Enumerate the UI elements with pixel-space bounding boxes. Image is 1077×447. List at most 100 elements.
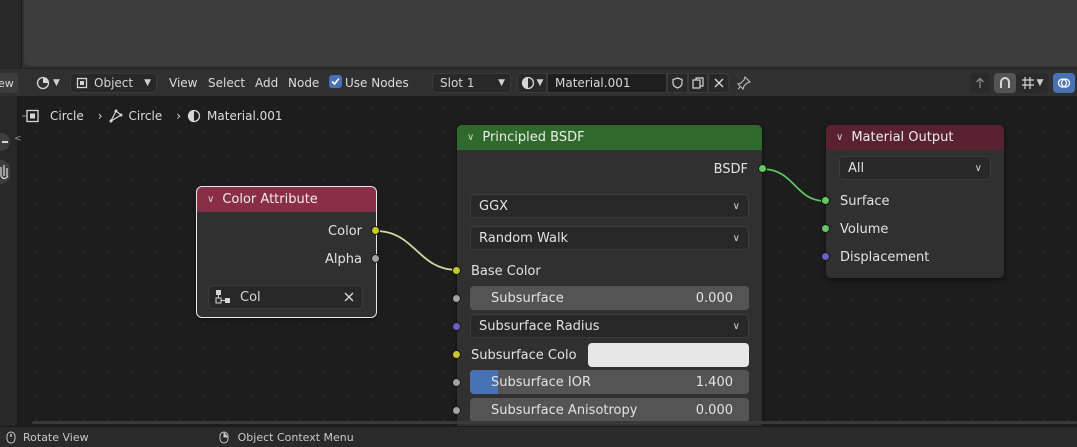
duplicate-icon — [692, 77, 704, 89]
status-bar: Rotate View Object Context Menu — [0, 426, 1077, 447]
subsurface-label: Subsurface — [491, 290, 564, 306]
material-name-text: Material.001 — [555, 76, 631, 90]
socket-color-output[interactable] — [371, 226, 380, 235]
input-displacement-label: Displacement — [840, 249, 930, 265]
menu-select[interactable]: Select — [208, 74, 245, 92]
material-name-field[interactable]: Material.001 — [547, 73, 667, 93]
parent-node-tree-button[interactable] — [970, 73, 990, 93]
subsurface-anisotropy-label: Subsurface Anisotropy — [491, 402, 638, 418]
subsurface-color-swatch[interactable] — [588, 343, 749, 367]
chevron-down-icon: ▼ — [144, 78, 151, 88]
socket-subsurface-color-input[interactable] — [452, 350, 461, 359]
pan-tool-button[interactable] — [0, 160, 10, 184]
socket-surface-input[interactable] — [821, 196, 830, 205]
subsurface-anisotropy-value: 0.000 — [695, 402, 733, 418]
status-rotate-view: Rotate View — [23, 430, 89, 444]
3d-viewport-area[interactable] — [0, 0, 1077, 68]
arrow-up-icon — [976, 77, 984, 88]
editor-type-partial-label[interactable]: ew — [0, 73, 18, 93]
node-title: Material Output — [851, 130, 954, 145]
menu-add[interactable]: Add — [255, 74, 278, 92]
node-header[interactable]: ∨ Material Output — [826, 125, 1004, 150]
node-title: Principled BSDF — [482, 130, 585, 145]
material-sphere-icon — [187, 109, 201, 123]
object-mode-label: Object — [94, 76, 134, 90]
material-output-node[interactable]: ∨ Material Output All ∨ Surface Volume D… — [826, 125, 1004, 278]
subsurface-method-value: Random Walk — [479, 230, 569, 246]
socket-subsurface-input[interactable] — [452, 294, 461, 303]
socket-subsurface-anisotropy-input[interactable] — [452, 406, 461, 415]
overlay-toggle[interactable] — [1053, 73, 1075, 93]
viewport-canvas[interactable] — [24, 0, 1077, 66]
snap-mode-dropdown[interactable]: ▼ — [1016, 73, 1048, 93]
breadcrumb-mesh: Circle — [128, 109, 163, 123]
chevron-down-icon: ▼ — [536, 78, 544, 88]
menu-node[interactable]: Node — [288, 74, 319, 92]
chevron-down-icon: ▼ — [498, 78, 505, 88]
socket-alpha-output[interactable] — [371, 254, 380, 263]
chevron-down-icon: ∨ — [732, 320, 740, 332]
menu-view[interactable]: View — [169, 74, 197, 92]
breadcrumb-material: Material.001 — [207, 109, 283, 123]
status-context-menu: Object Context Menu — [237, 430, 354, 444]
close-icon — [714, 78, 723, 88]
node-toolbar — [0, 96, 18, 426]
unlink-material-button[interactable] — [708, 73, 729, 93]
node-editor-icon — [36, 76, 50, 90]
socket-base-color-input[interactable] — [452, 266, 461, 275]
subsurface-method-dropdown[interactable]: Random Walk ∨ — [470, 226, 749, 250]
principled-bsdf-node[interactable]: ∨ Principled BSDF BSDF GGX ∨ Random Walk… — [457, 125, 762, 426]
subsurface-radius-label: Subsurface Radius — [479, 318, 600, 334]
output-color-label: Color — [328, 223, 362, 239]
material-sphere-icon — [521, 76, 534, 90]
chevron-down-icon: ∨ — [732, 200, 740, 212]
pin-icon — [737, 76, 751, 90]
collapse-chevron-icon[interactable]: ∨ — [207, 194, 214, 205]
fake-user-button[interactable] — [667, 73, 688, 93]
output-target-value: All — [848, 160, 865, 176]
color-layer-field[interactable]: Col — [208, 285, 363, 309]
subsurface-radius-dropdown[interactable]: Subsurface Radius ∨ — [470, 314, 749, 338]
material-browse-button[interactable]: ▼ — [517, 73, 547, 93]
subsurface-ior-slider[interactable]: Subsurface IOR 1.400 — [470, 370, 749, 394]
output-target-dropdown[interactable]: All ∨ — [839, 156, 991, 180]
subsurface-anisotropy-slider[interactable]: Subsurface Anisotropy 0.000 — [470, 398, 749, 422]
horizontal-scrollbar[interactable] — [32, 421, 1077, 424]
chevron-down-icon: ∨ — [732, 232, 740, 244]
subsurface-slider[interactable]: Subsurface 0.000 — [470, 286, 749, 310]
node-header[interactable]: ∨ Principled BSDF — [457, 125, 762, 150]
zoom-tool-button[interactable] — [0, 133, 10, 151]
object-data-icon — [22, 109, 39, 123]
input-surface-label: Surface — [840, 193, 890, 209]
snapping-toggle[interactable] — [994, 73, 1016, 93]
object-mode-dropdown[interactable]: Object ▼ — [70, 73, 157, 93]
toolbar-collapse-icon[interactable]: < — [14, 134, 22, 144]
use-nodes-label[interactable]: Use Nodes — [345, 74, 409, 92]
checkmark-icon — [331, 77, 340, 86]
use-nodes-checkbox[interactable] — [329, 75, 342, 88]
socket-volume-input[interactable] — [821, 224, 830, 233]
pin-button[interactable] — [735, 74, 753, 92]
distribution-dropdown[interactable]: GGX ∨ — [470, 194, 749, 218]
distribution-value: GGX — [479, 198, 509, 214]
output-alpha-label: Alpha — [325, 251, 362, 267]
socket-bsdf-output[interactable] — [758, 164, 767, 173]
collapse-chevron-icon[interactable]: ∨ — [836, 132, 843, 143]
node-header[interactable]: ∨ Color Attribute — [197, 187, 376, 212]
socket-subsurface-ior-input[interactable] — [452, 378, 461, 387]
output-bsdf-label: BSDF — [713, 161, 748, 177]
clear-icon[interactable] — [344, 292, 354, 302]
input-subsurface-color-label: Subsurface Colo — [471, 347, 577, 363]
input-base-color-label: Base Color — [471, 263, 541, 279]
subsurface-ior-value: 1.400 — [695, 374, 733, 390]
chevron-right-icon: › — [97, 109, 103, 123]
socket-subsurface-radius-input[interactable] — [452, 322, 461, 331]
chevron-down-icon: ▼ — [53, 78, 60, 88]
slot-dropdown[interactable]: Slot 1 ▼ — [432, 73, 511, 93]
overlay-icon — [1057, 78, 1071, 88]
socket-displacement-input[interactable] — [821, 252, 830, 261]
collapse-chevron-icon[interactable]: ∨ — [467, 132, 474, 143]
editor-type-button[interactable]: ▼ — [32, 73, 64, 93]
color-attribute-node[interactable]: ∨ Color Attribute Color Alpha Col — [196, 186, 377, 318]
duplicate-material-button[interactable] — [688, 73, 708, 93]
